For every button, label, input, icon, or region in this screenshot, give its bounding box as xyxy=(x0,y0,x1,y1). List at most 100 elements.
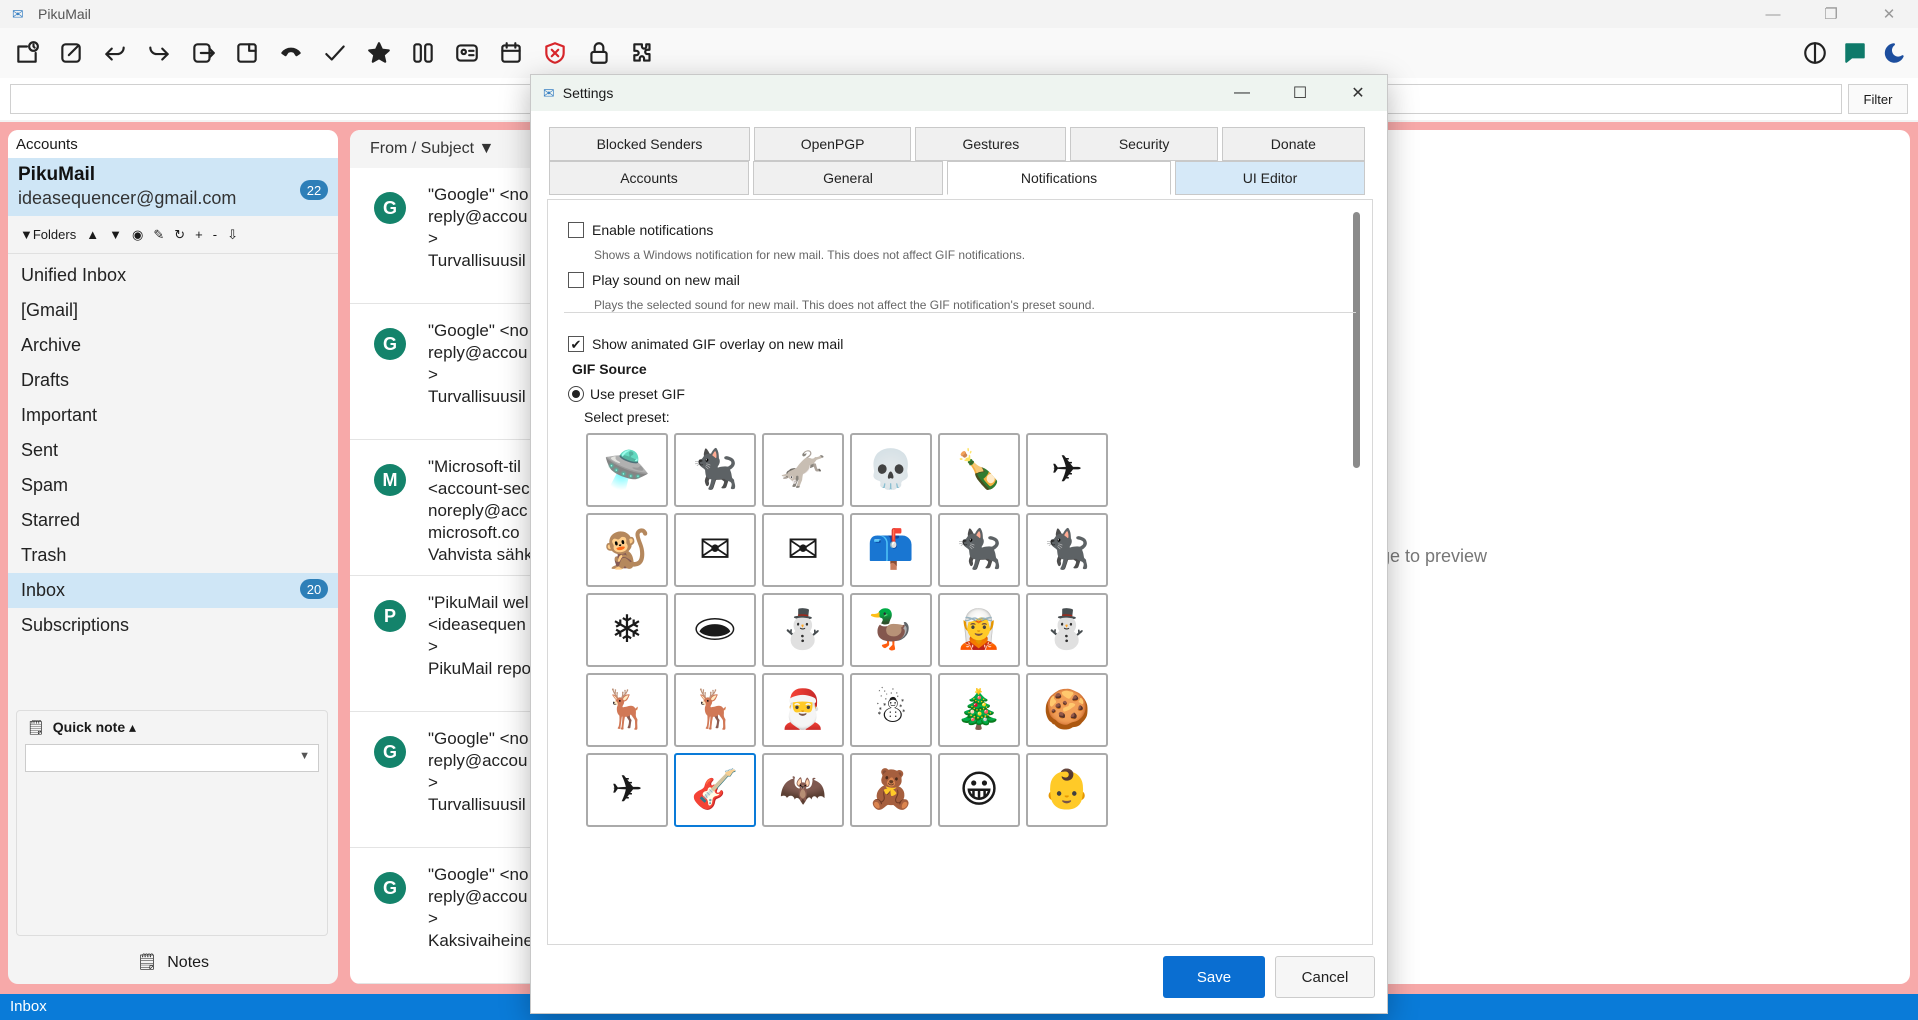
use-preset-radio[interactable] xyxy=(568,386,584,402)
preset-gif-option[interactable]: 🐈‍⬛ xyxy=(1026,513,1108,587)
preset-gif-option[interactable]: 💀 xyxy=(850,433,932,507)
preset-gif-option[interactable]: 🎄 xyxy=(938,673,1020,747)
restore-button[interactable]: ❐ xyxy=(1802,0,1860,28)
preset-gif-option[interactable]: 🦌 xyxy=(586,673,668,747)
contrast-icon[interactable] xyxy=(1798,36,1832,70)
folder-inbox[interactable]: Inbox 20 xyxy=(8,573,338,608)
lock-icon[interactable] xyxy=(582,36,616,70)
save-button[interactable]: Save xyxy=(1163,956,1265,998)
folder-starred[interactable]: Starred xyxy=(8,503,338,538)
preset-gif-thumbnail: ✉ xyxy=(787,529,819,571)
dialog-maximize-button[interactable]: ☐ xyxy=(1271,75,1329,111)
tab-openpgp[interactable]: OpenPGP xyxy=(754,127,912,161)
compose-clock-icon[interactable] xyxy=(10,36,44,70)
chat-icon[interactable] xyxy=(1838,36,1872,70)
folder-gmail[interactable]: [Gmail] xyxy=(8,293,338,328)
tab-donate[interactable]: Donate xyxy=(1221,127,1366,161)
preset-gif-option[interactable]: 🎅 xyxy=(762,673,844,747)
tab-security[interactable]: Security xyxy=(1070,127,1218,161)
folder-unified-inbox[interactable]: Unified Inbox xyxy=(8,258,338,293)
refresh-folders-button[interactable]: ↻ xyxy=(174,227,185,243)
folder-subscriptions[interactable]: Subscriptions xyxy=(8,608,338,643)
move-down-button[interactable]: ▼ xyxy=(109,227,122,242)
folder-spam[interactable]: Spam xyxy=(8,468,338,503)
move-up-button[interactable]: ▲ xyxy=(86,227,99,242)
notes-button[interactable]: 🗒 Notes xyxy=(8,952,338,972)
enable-notifications-option[interactable]: Enable notifications xyxy=(568,222,713,238)
tab-general[interactable]: General xyxy=(753,161,943,195)
preset-gif-option[interactable]: 🐒 xyxy=(586,513,668,587)
folder-drafts[interactable]: Drafts xyxy=(8,363,338,398)
folder-archive[interactable]: Archive xyxy=(8,328,338,363)
preset-gif-option[interactable]: 🐈‍⬛ xyxy=(938,513,1020,587)
compose-icon[interactable] xyxy=(54,36,88,70)
preset-gif-option[interactable]: 🦆 xyxy=(850,593,932,667)
preset-gif-option[interactable]: ⛄ xyxy=(762,593,844,667)
move-icon[interactable] xyxy=(186,36,220,70)
scrollbar[interactable] xyxy=(1353,212,1360,468)
preset-gif-option[interactable]: 🦇 xyxy=(762,753,844,827)
moon-icon[interactable] xyxy=(1878,36,1912,70)
shield-icon[interactable] xyxy=(538,36,572,70)
preset-gif-option[interactable]: 😀 xyxy=(938,753,1020,827)
cancel-button[interactable]: Cancel xyxy=(1275,956,1375,998)
play-sound-option[interactable]: Play sound on new mail xyxy=(568,272,740,288)
preset-gif-option[interactable]: ✉ xyxy=(674,513,756,587)
tab-blocked-senders[interactable]: Blocked Senders xyxy=(549,127,750,161)
dialog-minimize-button[interactable]: — xyxy=(1213,75,1271,111)
add-folder-button[interactable]: + xyxy=(195,227,203,242)
contact-card-icon[interactable] xyxy=(450,36,484,70)
play-sound-checkbox[interactable] xyxy=(568,272,584,288)
enable-notifications-checkbox[interactable] xyxy=(568,222,584,238)
preset-gif-option[interactable]: 🫏 xyxy=(762,433,844,507)
use-preset-option[interactable]: Use preset GIF xyxy=(568,386,685,402)
call-icon[interactable] xyxy=(274,36,308,70)
preset-gif-option[interactable]: ✈ xyxy=(586,753,668,827)
preset-gif-option[interactable]: 👶 xyxy=(1026,753,1108,827)
tab-accounts[interactable]: Accounts xyxy=(549,161,749,195)
preset-gif-option[interactable]: 🦌 xyxy=(674,673,756,747)
folders-toggle[interactable]: ▼Folders xyxy=(20,227,76,242)
close-button[interactable]: ✕ xyxy=(1860,0,1918,28)
minimize-button[interactable]: — xyxy=(1744,0,1802,28)
preset-gif-option[interactable]: 🎸 xyxy=(674,753,756,827)
tab-notifications[interactable]: Notifications xyxy=(947,161,1171,195)
folder-sent[interactable]: Sent xyxy=(8,433,338,468)
dialog-close-button[interactable]: ✕ xyxy=(1329,75,1387,111)
download-folder-button[interactable]: ⇩ xyxy=(227,227,238,243)
reply-icon[interactable] xyxy=(98,36,132,70)
quick-note-header[interactable]: 🗒 Quick note ▴ xyxy=(17,711,327,744)
filter-button[interactable]: Filter xyxy=(1848,84,1908,114)
forward-icon[interactable] xyxy=(142,36,176,70)
tab-ui-editor[interactable]: UI Editor xyxy=(1175,161,1365,195)
preset-gif-option[interactable]: ☃ xyxy=(850,673,932,747)
plugin-icon[interactable] xyxy=(626,36,660,70)
columns-icon[interactable] xyxy=(406,36,440,70)
account-card[interactable]: PikuMail ideasequencer@gmail.com 22 xyxy=(8,158,338,216)
preset-gif-option[interactable]: 🧸 xyxy=(850,753,932,827)
preset-gif-option[interactable]: 🧝 xyxy=(938,593,1020,667)
rename-folder-button[interactable]: ✎ xyxy=(153,227,164,243)
gif-overlay-option[interactable]: ✔ Show animated GIF overlay on new mail xyxy=(568,336,843,352)
preset-gif-option[interactable]: 🕳 xyxy=(674,593,756,667)
folder-trash[interactable]: Trash xyxy=(8,538,338,573)
preset-gif-option[interactable]: ✈ xyxy=(1026,433,1108,507)
gif-overlay-checkbox[interactable]: ✔ xyxy=(568,336,584,352)
preset-gif-option[interactable]: ⛄ xyxy=(1026,593,1108,667)
quick-note-select[interactable] xyxy=(25,744,319,772)
preset-gif-option[interactable]: 🛸 xyxy=(586,433,668,507)
calendar-icon[interactable] xyxy=(494,36,528,70)
select-folder-button[interactable]: ◉ xyxy=(132,227,143,243)
preset-gif-option[interactable]: 🍾 xyxy=(938,433,1020,507)
preset-gif-option[interactable]: 🐈‍⬛ xyxy=(674,433,756,507)
star-icon[interactable] xyxy=(362,36,396,70)
check-icon[interactable] xyxy=(318,36,352,70)
preset-gif-option[interactable]: ❄ xyxy=(586,593,668,667)
remove-folder-button[interactable]: - xyxy=(213,227,217,242)
preset-gif-option[interactable]: 📫 xyxy=(850,513,932,587)
preset-gif-option[interactable]: 🍪 xyxy=(1026,673,1108,747)
preset-gif-option[interactable]: ✉ xyxy=(762,513,844,587)
folder-important[interactable]: Important xyxy=(8,398,338,433)
tab-gestures[interactable]: Gestures xyxy=(915,127,1067,161)
save-icon[interactable] xyxy=(230,36,264,70)
